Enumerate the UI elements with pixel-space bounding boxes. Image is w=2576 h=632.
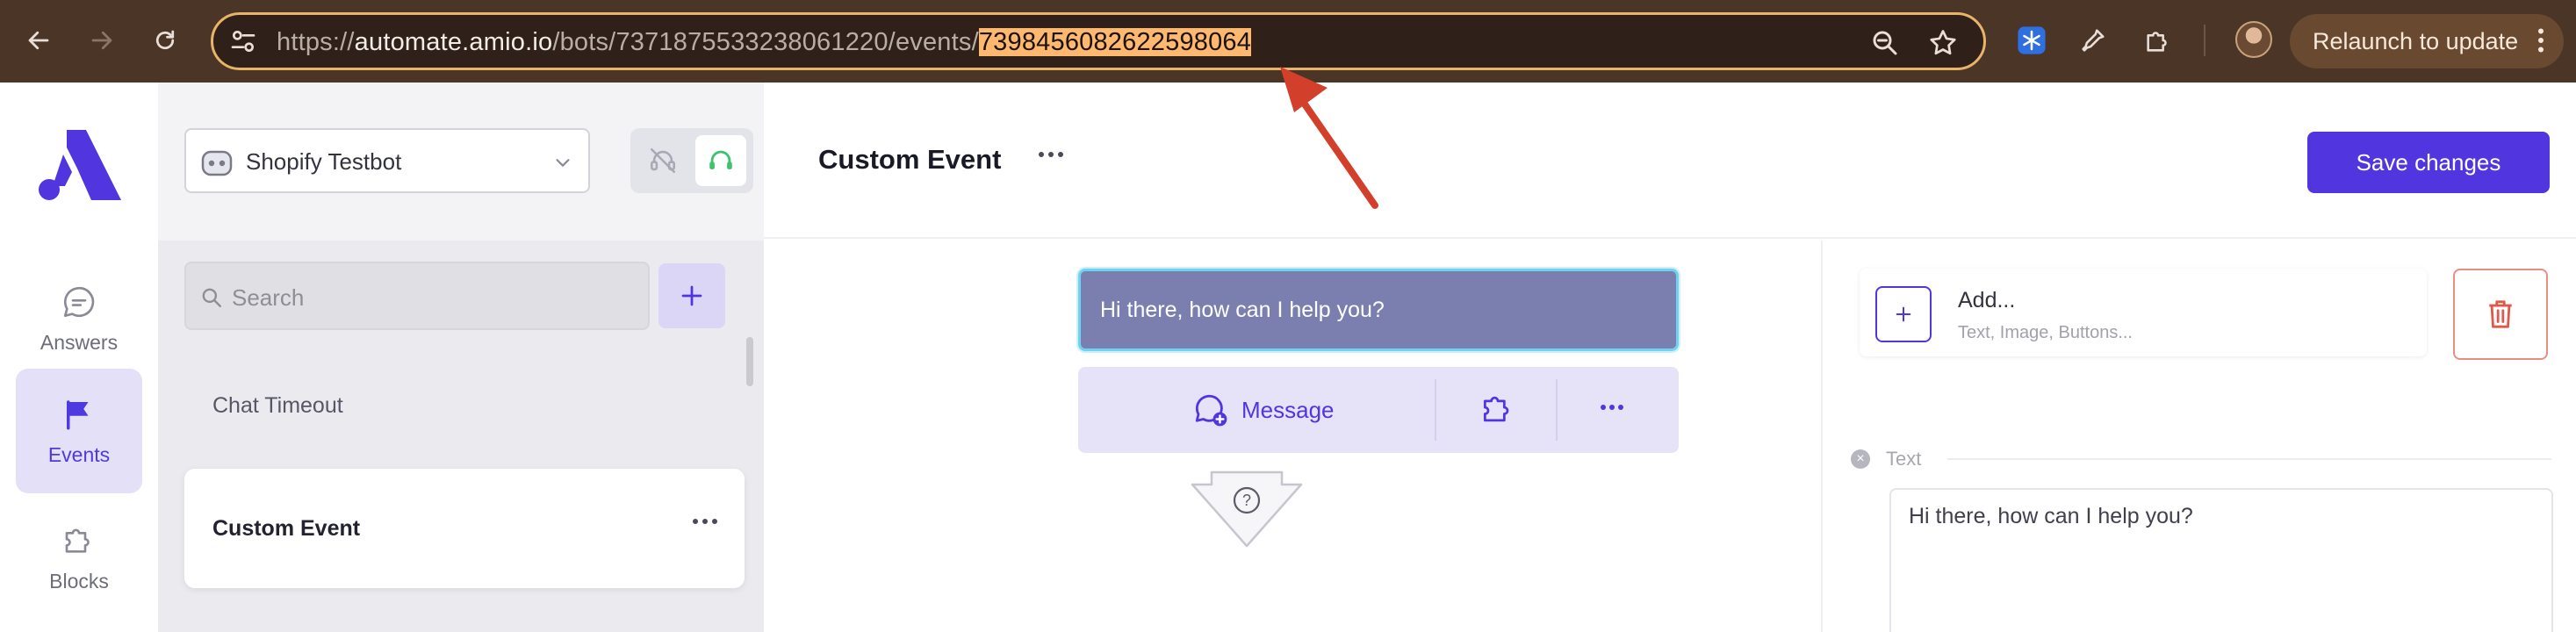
message-action-bar: Message xyxy=(1078,367,1679,453)
panel-header: Shopify Testbot xyxy=(158,83,764,241)
panel-scrollbar[interactable] xyxy=(746,337,753,386)
add-content-subtitle: Text, Image, Buttons... xyxy=(1958,323,2133,342)
message-inspector: Add... Text, Image, Buttons... × Text Hi… xyxy=(1824,241,2576,632)
kebab-menu-icon xyxy=(2538,28,2544,53)
more-horizontal-icon[interactable] xyxy=(692,518,718,525)
toolbar-divider xyxy=(2204,25,2205,56)
events-panel: Shopify Testbot Search Chat Timeout Cust… xyxy=(158,83,764,632)
support-agent-on-icon xyxy=(709,150,732,169)
bar-divider xyxy=(1556,379,1558,441)
event-item-custom-event[interactable]: Custom Event xyxy=(184,469,745,588)
bot-on-toggle[interactable] xyxy=(695,135,746,186)
plus-icon xyxy=(681,285,702,306)
event-item-chat-timeout[interactable]: Chat Timeout xyxy=(212,393,343,419)
trash-icon xyxy=(2489,300,2512,328)
bot-off-toggle[interactable] xyxy=(637,135,688,186)
bot-mode-toggle xyxy=(630,128,753,193)
flag-icon xyxy=(67,399,89,429)
save-changes-button[interactable]: Save changes xyxy=(2307,132,2550,193)
puzzle-extensions-icon xyxy=(2147,32,2167,52)
events-search-input[interactable]: Search xyxy=(184,262,650,330)
forward-icon xyxy=(91,31,112,50)
add-message-button[interactable]: Message xyxy=(1192,391,1335,428)
section-divider xyxy=(1947,458,2551,460)
plus-icon xyxy=(1896,306,1911,322)
rail-item-label: Blocks xyxy=(49,569,109,592)
url-path: /bots/7371875533238061220/events/ xyxy=(552,28,979,56)
flow-end-connector[interactable]: ? xyxy=(1191,470,1303,549)
profile-avatar[interactable] xyxy=(2235,21,2272,58)
text-section-header: × Text xyxy=(1851,448,1921,470)
extension-snowflake-button[interactable] xyxy=(2012,21,2051,60)
flow-canvas: Hi there, how can I help you? Message ? xyxy=(764,241,1823,632)
add-content-button[interactable] xyxy=(1875,286,1932,342)
eyedropper-icon xyxy=(2082,29,2105,52)
bot-dropdown[interactable]: Shopify Testbot xyxy=(184,128,590,193)
search-placeholder: Search xyxy=(232,284,305,311)
more-horizontal-icon[interactable] xyxy=(1038,151,1064,158)
message-bubble[interactable]: Hi there, how can I help you? xyxy=(1078,269,1679,351)
annotation-arrow xyxy=(1280,67,1378,209)
add-content-title: Add... xyxy=(1958,288,2016,312)
rail-item-answers[interactable]: Answers xyxy=(16,256,142,381)
add-message-label: Message xyxy=(1241,396,1335,423)
relaunch-label: Relaunch to update xyxy=(2313,27,2519,54)
relaunch-button[interactable]: Relaunch to update xyxy=(2290,14,2564,68)
delete-button[interactable] xyxy=(2453,269,2548,360)
reload-icon xyxy=(155,30,175,50)
url-prefix: https:// xyxy=(277,28,355,56)
chat-bubble-icon xyxy=(63,286,95,317)
back-icon xyxy=(28,31,49,50)
puzzle-icon xyxy=(65,528,90,553)
url-host: automate.amio.io xyxy=(354,28,553,56)
extensions-button[interactable] xyxy=(2139,21,2177,60)
rail-item-label: Answers xyxy=(40,330,119,354)
message-text-field[interactable]: Hi there, how can I help you? xyxy=(1889,488,2553,632)
more-horizontal-icon[interactable] xyxy=(1600,404,1624,411)
zoom-icon[interactable] xyxy=(1869,27,1901,59)
bot-name: Shopify Testbot xyxy=(246,148,402,175)
app-nav-rail: Answers Events Blocks xyxy=(0,83,158,632)
add-content-card[interactable]: Add... Text, Image, Buttons... xyxy=(1860,269,2427,356)
chevron-down-icon xyxy=(556,159,570,167)
url-highlighted-event-id: 7398456082622598064 xyxy=(978,28,1252,56)
add-event-button[interactable] xyxy=(658,263,725,328)
editor-header: Custom Event Save changes xyxy=(764,83,2576,239)
bookmark-star-icon[interactable] xyxy=(1927,27,1959,59)
address-bar[interactable]: https://automate.amio.io/bots/7371875533… xyxy=(211,12,1986,70)
search-icon xyxy=(202,288,221,307)
back-button[interactable] xyxy=(18,19,60,61)
url-text[interactable]: https://automate.amio.io/bots/7371875533… xyxy=(277,28,1252,57)
support-agent-off-icon xyxy=(650,147,676,174)
rail-item-blocks[interactable]: Blocks xyxy=(16,495,142,620)
site-info-icon[interactable] xyxy=(229,27,257,55)
flow-end-glyph: ? xyxy=(1242,492,1251,509)
forward-button[interactable] xyxy=(81,19,123,61)
add-message-icon xyxy=(1195,394,1227,427)
robot-icon xyxy=(201,150,233,176)
remove-text-icon[interactable]: × xyxy=(1851,449,1870,469)
event-item-label: Custom Event xyxy=(212,516,361,541)
text-section-label: Text xyxy=(1886,448,1922,470)
bot-selector: Shopify Testbot xyxy=(184,128,753,193)
eyedropper-button[interactable] xyxy=(2074,21,2112,60)
rail-item-label: Events xyxy=(47,442,111,466)
rail-item-events[interactable]: Events xyxy=(16,369,142,493)
amio-logo xyxy=(39,130,121,200)
reload-button[interactable] xyxy=(144,19,186,61)
event-item-label: Chat Timeout xyxy=(212,393,343,418)
page-title: Custom Event xyxy=(818,144,1002,175)
bar-divider xyxy=(1435,379,1436,441)
puzzle-icon[interactable] xyxy=(1479,390,1517,428)
extension-snowflake-icon xyxy=(2018,26,2046,54)
